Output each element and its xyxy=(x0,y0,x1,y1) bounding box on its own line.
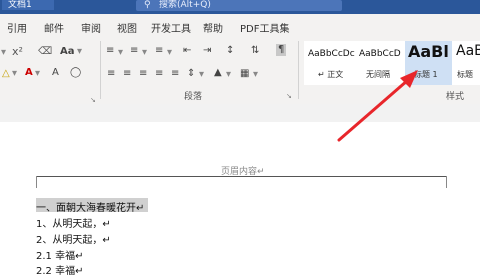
annotation-arrow-icon xyxy=(337,70,418,142)
